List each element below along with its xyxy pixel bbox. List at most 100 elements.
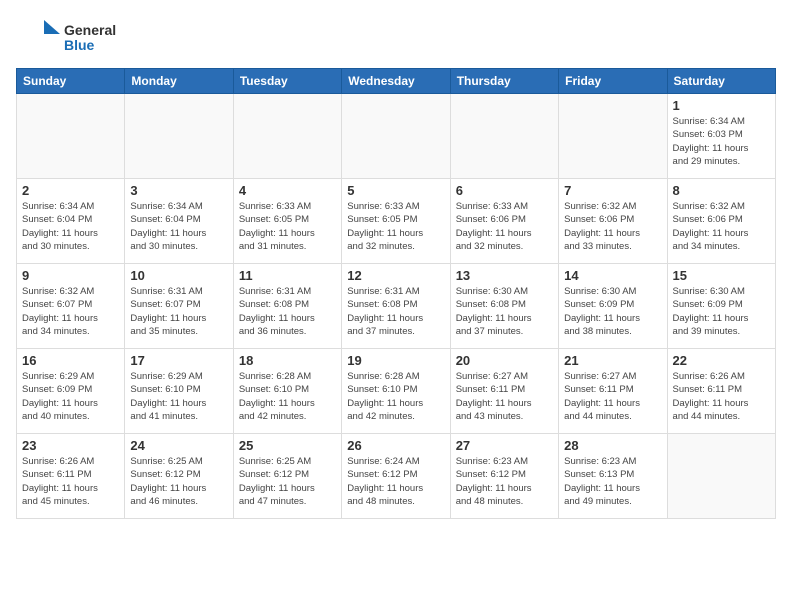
empty-day [125, 94, 233, 179]
day-info: Sunrise: 6:34 AMSunset: 6:04 PMDaylight:… [22, 200, 119, 253]
calendar-day-16: 16 Sunrise: 6:29 AMSunset: 6:09 PMDayligh… [17, 349, 125, 434]
page-header: GeneralBlue [16, 16, 776, 60]
day-info: Sunrise: 6:33 AMSunset: 6:05 PMDaylight:… [347, 200, 444, 253]
day-info: Sunrise: 6:29 AMSunset: 6:09 PMDaylight:… [22, 370, 119, 423]
day-number: 9 [22, 268, 119, 283]
day-info: Sunrise: 6:23 AMSunset: 6:12 PMDaylight:… [456, 455, 553, 508]
day-number: 26 [347, 438, 444, 453]
empty-day [450, 94, 558, 179]
day-number: 2 [22, 183, 119, 198]
day-info: Sunrise: 6:31 AMSunset: 6:08 PMDaylight:… [239, 285, 336, 338]
calendar-day-19: 19 Sunrise: 6:28 AMSunset: 6:10 PMDayligh… [342, 349, 450, 434]
empty-day [559, 94, 667, 179]
day-number: 19 [347, 353, 444, 368]
calendar-day-11: 11 Sunrise: 6:31 AMSunset: 6:08 PMDayligh… [233, 264, 341, 349]
calendar-day-10: 10 Sunrise: 6:31 AMSunset: 6:07 PMDayligh… [125, 264, 233, 349]
calendar-day-20: 20Sunrise: 6:27 AMSunset: 6:11 PMDayligh… [450, 349, 558, 434]
day-info: Sunrise: 6:28 AMSunset: 6:10 PMDaylight:… [347, 370, 444, 423]
day-number: 27 [456, 438, 553, 453]
day-info: Sunrise: 6:30 AMSunset: 6:09 PMDaylight:… [564, 285, 661, 338]
day-info: Sunrise: 6:30 AMSunset: 6:08 PMDaylight:… [456, 285, 553, 338]
calendar-day-8: 8 Sunrise: 6:32 AMSunset: 6:06 PMDaylight… [667, 179, 775, 264]
day-number: 4 [239, 183, 336, 198]
weekday-thursday: Thursday [450, 69, 558, 94]
calendar-day-13: 13 Sunrise: 6:30 AMSunset: 6:08 PMDayligh… [450, 264, 558, 349]
calendar-day-12: 12 Sunrise: 6:31 AMSunset: 6:08 PMDayligh… [342, 264, 450, 349]
day-number: 22 [673, 353, 770, 368]
day-number: 3 [130, 183, 227, 198]
day-number: 16 [22, 353, 119, 368]
day-info: Sunrise: 6:32 AMSunset: 6:07 PMDaylight:… [22, 285, 119, 338]
calendar-day-26: 26 Sunrise: 6:24 AMSunset: 6:12 PMDayligh… [342, 434, 450, 519]
day-number: 11 [239, 268, 336, 283]
day-info: Sunrise: 6:33 AMSunset: 6:05 PMDaylight:… [239, 200, 336, 253]
calendar-week-4: 16 Sunrise: 6:29 AMSunset: 6:09 PMDayligh… [17, 349, 776, 434]
weekday-friday: Friday [559, 69, 667, 94]
calendar-day-7: 7 Sunrise: 6:32 AMSunset: 6:06 PMDaylight… [559, 179, 667, 264]
day-number: 15 [673, 268, 770, 283]
weekday-monday: Monday [125, 69, 233, 94]
day-number: 21 [564, 353, 661, 368]
calendar-day-2: 2 Sunrise: 6:34 AMSunset: 6:04 PMDaylight… [17, 179, 125, 264]
weekday-wednesday: Wednesday [342, 69, 450, 94]
day-info: Sunrise: 6:34 AMSunset: 6:03 PMDaylight:… [673, 115, 770, 168]
calendar-day-17: 17 Sunrise: 6:29 AMSunset: 6:10 PMDayligh… [125, 349, 233, 434]
calendar-day-9: 9 Sunrise: 6:32 AMSunset: 6:07 PMDaylight… [17, 264, 125, 349]
day-number: 23 [22, 438, 119, 453]
day-number: 24 [130, 438, 227, 453]
weekday-header-row: SundayMondayTuesdayWednesdayThursdayFrid… [17, 69, 776, 94]
calendar-week-3: 9 Sunrise: 6:32 AMSunset: 6:07 PMDaylight… [17, 264, 776, 349]
calendar-table: SundayMondayTuesdayWednesdayThursdayFrid… [16, 68, 776, 519]
day-info: Sunrise: 6:29 AMSunset: 6:10 PMDaylight:… [130, 370, 227, 423]
day-number: 12 [347, 268, 444, 283]
day-info: Sunrise: 6:31 AMSunset: 6:07 PMDaylight:… [130, 285, 227, 338]
empty-day [342, 94, 450, 179]
calendar-day-3: 3Sunrise: 6:34 AMSunset: 6:04 PMDaylight… [125, 179, 233, 264]
calendar-day-15: 15 Sunrise: 6:30 AMSunset: 6:09 PMDayligh… [667, 264, 775, 349]
calendar-week-1: 1 Sunrise: 6:34 AMSunset: 6:03 PMDaylight… [17, 94, 776, 179]
day-info: Sunrise: 6:28 AMSunset: 6:10 PMDaylight:… [239, 370, 336, 423]
calendar-day-25: 25Sunrise: 6:25 AMSunset: 6:12 PMDayligh… [233, 434, 341, 519]
day-number: 10 [130, 268, 227, 283]
day-info: Sunrise: 6:31 AMSunset: 6:08 PMDaylight:… [347, 285, 444, 338]
day-info: Sunrise: 6:26 AMSunset: 6:11 PMDaylight:… [22, 455, 119, 508]
weekday-sunday: Sunday [17, 69, 125, 94]
calendar-day-21: 21Sunrise: 6:27 AMSunset: 6:11 PMDayligh… [559, 349, 667, 434]
day-info: Sunrise: 6:33 AMSunset: 6:06 PMDaylight:… [456, 200, 553, 253]
day-number: 17 [130, 353, 227, 368]
day-info: Sunrise: 6:26 AMSunset: 6:11 PMDaylight:… [673, 370, 770, 423]
empty-day [667, 434, 775, 519]
calendar-week-2: 2 Sunrise: 6:34 AMSunset: 6:04 PMDaylight… [17, 179, 776, 264]
calendar-day-14: 14Sunrise: 6:30 AMSunset: 6:09 PMDayligh… [559, 264, 667, 349]
empty-day [233, 94, 341, 179]
calendar-day-23: 23 Sunrise: 6:26 AMSunset: 6:11 PMDayligh… [17, 434, 125, 519]
logo-text: GeneralBlue [64, 23, 116, 54]
calendar-day-18: 18Sunrise: 6:28 AMSunset: 6:10 PMDayligh… [233, 349, 341, 434]
day-number: 7 [564, 183, 661, 198]
day-number: 13 [456, 268, 553, 283]
calendar-day-1: 1 Sunrise: 6:34 AMSunset: 6:03 PMDaylight… [667, 94, 775, 179]
day-info: Sunrise: 6:32 AMSunset: 6:06 PMDaylight:… [564, 200, 661, 253]
calendar-day-5: 5 Sunrise: 6:33 AMSunset: 6:05 PMDaylight… [342, 179, 450, 264]
day-info: Sunrise: 6:32 AMSunset: 6:06 PMDaylight:… [673, 200, 770, 253]
day-info: Sunrise: 6:30 AMSunset: 6:09 PMDaylight:… [673, 285, 770, 338]
calendar-day-4: 4 Sunrise: 6:33 AMSunset: 6:05 PMDaylight… [233, 179, 341, 264]
day-info: Sunrise: 6:24 AMSunset: 6:12 PMDaylight:… [347, 455, 444, 508]
day-number: 8 [673, 183, 770, 198]
day-number: 25 [239, 438, 336, 453]
logo: GeneralBlue [16, 16, 116, 60]
day-number: 6 [456, 183, 553, 198]
calendar-day-27: 27 Sunrise: 6:23 AMSunset: 6:12 PMDayligh… [450, 434, 558, 519]
day-info: Sunrise: 6:23 AMSunset: 6:13 PMDaylight:… [564, 455, 661, 508]
day-number: 5 [347, 183, 444, 198]
day-number: 1 [673, 98, 770, 113]
weekday-saturday: Saturday [667, 69, 775, 94]
weekday-tuesday: Tuesday [233, 69, 341, 94]
calendar-day-28: 28 Sunrise: 6:23 AMSunset: 6:13 PMDayligh… [559, 434, 667, 519]
logo-blue: Blue [64, 38, 116, 53]
calendar-day-22: 22 Sunrise: 6:26 AMSunset: 6:11 PMDayligh… [667, 349, 775, 434]
day-number: 28 [564, 438, 661, 453]
empty-day [17, 94, 125, 179]
day-info: Sunrise: 6:27 AMSunset: 6:11 PMDaylight:… [456, 370, 553, 423]
logo-general: General [64, 23, 116, 38]
